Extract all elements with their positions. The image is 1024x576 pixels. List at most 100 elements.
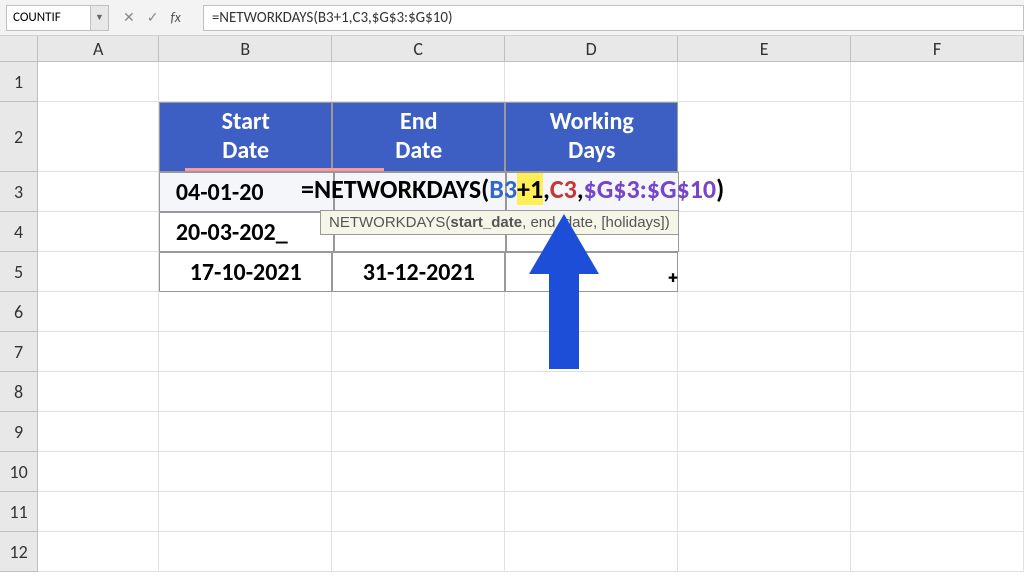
cell-C1[interactable] bbox=[332, 62, 505, 102]
cell-D10[interactable] bbox=[505, 452, 678, 492]
cell-E4[interactable] bbox=[679, 212, 852, 252]
cell-F8[interactable] bbox=[851, 372, 1024, 412]
cell-A7[interactable] bbox=[38, 332, 159, 372]
row-header-4[interactable]: 4 bbox=[0, 212, 38, 252]
cell-F7[interactable] bbox=[851, 332, 1024, 372]
row-header-6[interactable]: 6 bbox=[0, 292, 38, 332]
cell-B2[interactable]: Start Date bbox=[159, 102, 332, 172]
cell-B6[interactable] bbox=[159, 292, 332, 332]
cell-E6[interactable] bbox=[678, 292, 851, 332]
tooltip-arg: start_date bbox=[450, 214, 522, 231]
row-header-1[interactable]: 1 bbox=[0, 62, 38, 102]
cell-D11[interactable] bbox=[505, 492, 678, 532]
cell-E8[interactable] bbox=[678, 372, 851, 412]
in-cell-formula: =NETWORKDAYS(B3+1,C3,$G$3:$G$10) bbox=[301, 173, 724, 205]
enter-icon[interactable]: ✓ bbox=[147, 9, 159, 26]
cell-A4[interactable] bbox=[38, 212, 159, 252]
col-header-A[interactable]: A bbox=[38, 36, 159, 62]
formula-equals: = bbox=[301, 173, 314, 205]
cell-C2[interactable]: End Date bbox=[332, 102, 505, 172]
cell-A10[interactable] bbox=[38, 452, 159, 492]
cell-F6[interactable] bbox=[851, 292, 1024, 332]
cell-B4[interactable]: 20-03-202_ bbox=[159, 212, 334, 252]
cell-B12[interactable] bbox=[159, 532, 332, 572]
row-header-2[interactable]: 2 bbox=[0, 102, 38, 172]
cell-C5[interactable]: 31-12-2021 bbox=[332, 252, 505, 292]
cell-C6[interactable] bbox=[332, 292, 505, 332]
cell-E11[interactable] bbox=[678, 492, 851, 532]
cell-A9[interactable] bbox=[38, 412, 159, 452]
formula-bar-input[interactable]: =NETWORKDAYS(B3+1,C3,$G$3:$G$10) bbox=[203, 5, 1024, 31]
formula-function-name: NETWORKDAYS bbox=[314, 173, 481, 205]
col-header-B[interactable]: B bbox=[159, 36, 332, 62]
header-start-date: Start Date bbox=[222, 108, 270, 166]
cell-C10[interactable] bbox=[332, 452, 505, 492]
cell-B10[interactable] bbox=[159, 452, 332, 492]
col-header-C[interactable]: C bbox=[332, 36, 505, 62]
cell-E2[interactable] bbox=[678, 102, 851, 172]
cell-D2[interactable]: Working Days bbox=[505, 102, 678, 172]
arrow-icon bbox=[524, 214, 604, 374]
row-header-9[interactable]: 9 bbox=[0, 412, 38, 452]
name-box[interactable]: COUNTIF bbox=[6, 5, 91, 31]
cell-A11[interactable] bbox=[38, 492, 159, 532]
name-box-dropdown[interactable]: ▼ bbox=[91, 5, 109, 31]
cell-A1[interactable] bbox=[38, 62, 159, 102]
col-header-D[interactable]: D bbox=[505, 36, 678, 62]
reference-highlight-border bbox=[185, 168, 384, 171]
cell-C8[interactable] bbox=[332, 372, 505, 412]
row-header-5[interactable]: 5 bbox=[0, 252, 38, 292]
cell-D1[interactable] bbox=[505, 62, 678, 102]
row-header-7[interactable]: 7 bbox=[0, 332, 38, 372]
cell-F11[interactable] bbox=[851, 492, 1024, 532]
cell-A8[interactable] bbox=[38, 372, 159, 412]
cell-F10[interactable] bbox=[851, 452, 1024, 492]
col-header-E[interactable]: E bbox=[678, 36, 851, 62]
cell-B7[interactable] bbox=[159, 332, 332, 372]
select-all-corner[interactable] bbox=[0, 36, 38, 62]
cell-C9[interactable] bbox=[332, 412, 505, 452]
cell-B5[interactable]: 17-10-2021 bbox=[159, 252, 332, 292]
cell-C7[interactable] bbox=[332, 332, 505, 372]
cell-D9[interactable] bbox=[505, 412, 678, 452]
cell-F9[interactable] bbox=[851, 412, 1024, 452]
row-header-10[interactable]: 10 bbox=[0, 452, 38, 492]
formula-paren-close: ) bbox=[716, 173, 724, 205]
row-header-3[interactable]: 3 bbox=[0, 172, 38, 212]
row-header-12[interactable]: 12 bbox=[0, 532, 38, 572]
cell-C11[interactable] bbox=[332, 492, 505, 532]
cell-E10[interactable] bbox=[678, 452, 851, 492]
arrow-annotation bbox=[524, 214, 604, 379]
cell-B8[interactable] bbox=[159, 372, 332, 412]
formula-ref-c3: C3 bbox=[550, 173, 577, 205]
cell-F2[interactable] bbox=[851, 102, 1024, 172]
cell-A12[interactable] bbox=[38, 532, 159, 572]
cell-E5[interactable] bbox=[678, 252, 851, 292]
formula-comma-1: , bbox=[543, 173, 550, 205]
cell-E1[interactable] bbox=[678, 62, 851, 102]
cell-A6[interactable] bbox=[38, 292, 159, 332]
cell-B1[interactable] bbox=[159, 62, 332, 102]
cell-F12[interactable] bbox=[851, 532, 1024, 572]
row-7: 7 bbox=[0, 332, 1024, 372]
cell-F1[interactable] bbox=[851, 62, 1024, 102]
cancel-icon[interactable]: ✕ bbox=[123, 9, 135, 26]
row-12: 12 bbox=[0, 532, 1024, 572]
cell-F4[interactable] bbox=[852, 212, 1024, 252]
cell-F3[interactable] bbox=[852, 172, 1024, 212]
cell-D12[interactable] bbox=[505, 532, 678, 572]
col-header-F[interactable]: F bbox=[851, 36, 1024, 62]
cell-B9[interactable] bbox=[159, 412, 332, 452]
cell-A3[interactable] bbox=[38, 172, 159, 212]
cell-C12[interactable] bbox=[332, 532, 505, 572]
cell-A5[interactable] bbox=[38, 252, 159, 292]
cell-B11[interactable] bbox=[159, 492, 332, 532]
cell-E12[interactable] bbox=[678, 532, 851, 572]
row-header-8[interactable]: 8 bbox=[0, 372, 38, 412]
cell-A2[interactable] bbox=[38, 102, 159, 172]
cell-E9[interactable] bbox=[678, 412, 851, 452]
cell-E7[interactable] bbox=[678, 332, 851, 372]
fx-icon[interactable]: fx bbox=[170, 9, 188, 26]
row-header-11[interactable]: 11 bbox=[0, 492, 38, 532]
cell-F5[interactable] bbox=[851, 252, 1024, 292]
